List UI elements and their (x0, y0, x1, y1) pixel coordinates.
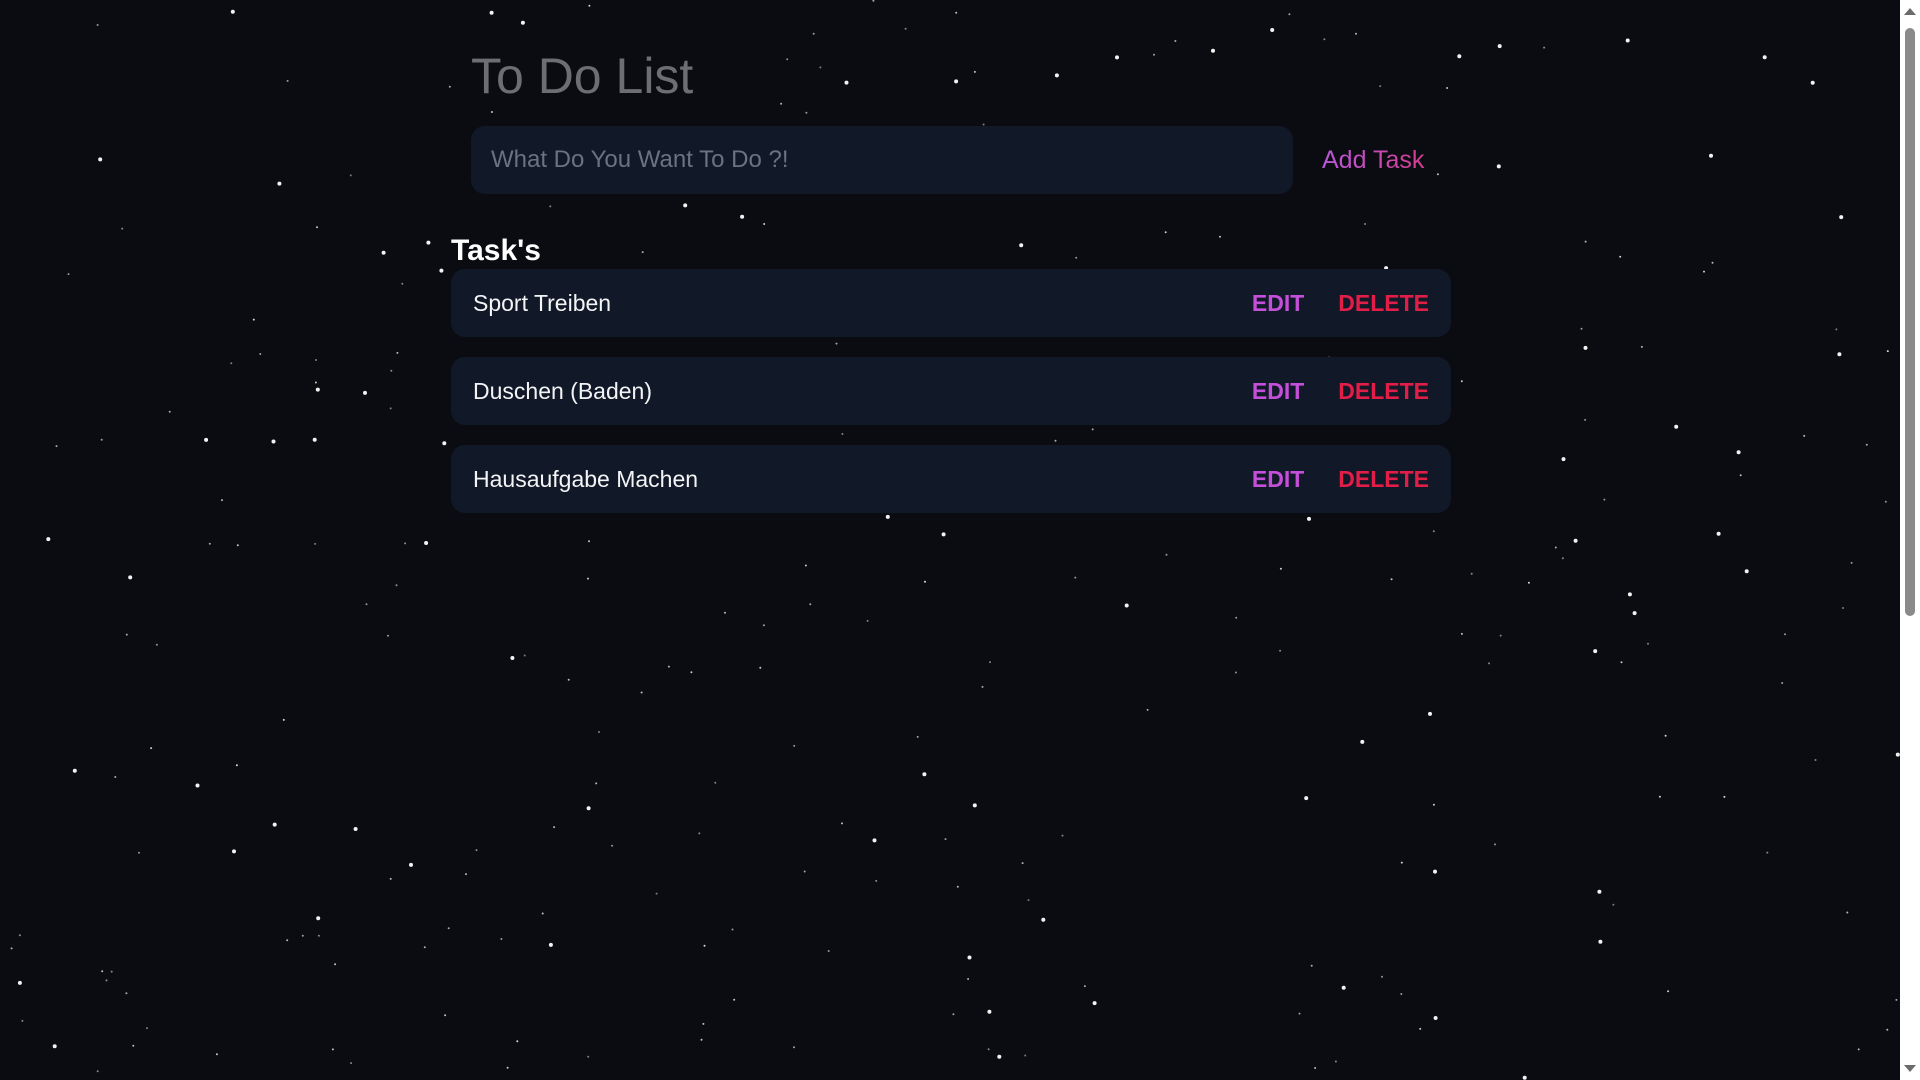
delete-task-button[interactable]: DELETE (1338, 466, 1429, 493)
vertical-scrollbar[interactable] (1900, 0, 1920, 1080)
task-name: Sport Treiben (473, 289, 612, 316)
edit-task-button[interactable]: EDIT (1252, 290, 1304, 317)
page-title: To Do List (471, 48, 694, 104)
todo-page: To Do List Add Task Task's Sport Treiben… (0, 0, 1920, 1080)
delete-task-button[interactable]: DELETE (1338, 290, 1429, 317)
task-name: Hausaufgabe Machen (473, 465, 699, 492)
task-row: Duschen (Baden) EDIT DELETE (451, 357, 1451, 425)
task-list: Sport Treiben EDIT DELETE Duschen (Baden… (451, 269, 1451, 533)
add-task-button[interactable]: Add Task (1316, 140, 1430, 180)
triangle-up-icon[interactable] (1904, 8, 1916, 15)
task-row: Hausaufgabe Machen EDIT DELETE (451, 445, 1451, 513)
delete-task-button[interactable]: DELETE (1338, 378, 1429, 405)
triangle-down-icon[interactable] (1904, 1065, 1916, 1072)
edit-task-button[interactable]: EDIT (1252, 466, 1304, 493)
task-input[interactable] (471, 126, 1293, 194)
scrollbar-thumb[interactable] (1905, 28, 1915, 616)
tasks-heading: Task's (451, 234, 541, 267)
edit-task-button[interactable]: EDIT (1252, 378, 1304, 405)
task-row: Sport Treiben EDIT DELETE (451, 269, 1451, 337)
task-name: Duschen (Baden) (473, 377, 652, 404)
main-content: To Do List Add Task Task's Sport Treiben… (0, 0, 1900, 1080)
